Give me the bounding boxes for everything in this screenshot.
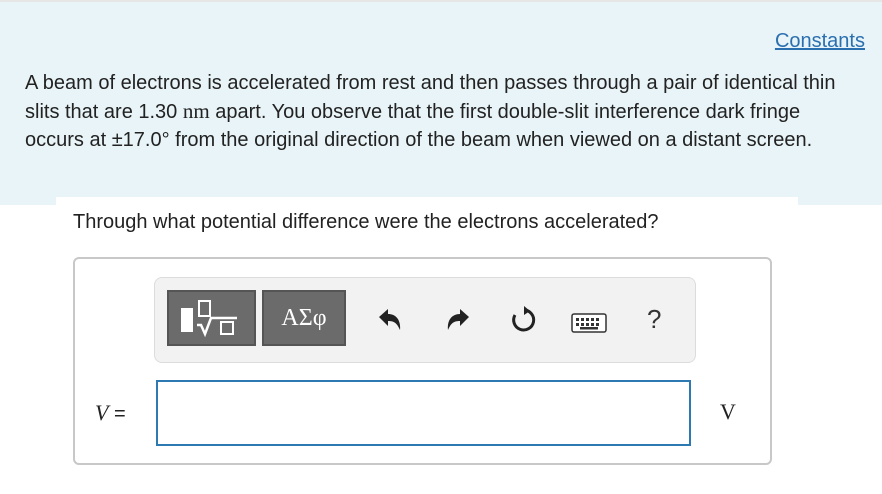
redo-icon[interactable] [443, 306, 473, 334]
constants-link[interactable]: Constants [775, 30, 865, 53]
reset-icon[interactable] [509, 305, 539, 335]
greek-symbols-button[interactable]: ΑΣφ [262, 290, 346, 346]
angle-value: ±17.0° [111, 129, 170, 151]
problem-statement: A beam of electrons is accelerated from … [25, 69, 860, 154]
answer-unit: V [720, 399, 736, 424]
question-text: Through what potential difference were t… [73, 211, 659, 233]
equals-sign: = [108, 403, 126, 425]
answer-variable-label: V = [95, 400, 126, 426]
templates-button[interactable] [167, 290, 256, 346]
undo-icon[interactable] [375, 306, 405, 334]
slit-unit: nm [182, 99, 210, 123]
templates-icon [181, 300, 237, 338]
answer-input[interactable] [156, 380, 691, 446]
keyboard-icon[interactable] [571, 313, 607, 333]
help-icon[interactable]: ? [647, 304, 661, 335]
problem-text-after: from the original direction of the beam … [169, 129, 813, 151]
variable-symbol: V [95, 400, 109, 425]
